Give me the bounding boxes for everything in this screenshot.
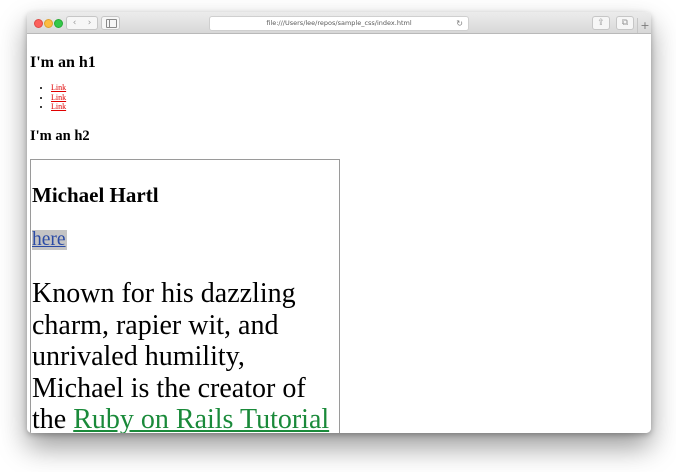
link-list: Link Link Link [51,83,66,112]
page-heading-h2: I'm an h2 [30,128,90,144]
plus-icon: + [640,19,650,32]
chevron-left-icon: ‹ [72,18,77,28]
sidebar-button[interactable] [101,16,120,30]
url-text: file:///Users/lee/repos/sample_css/index… [266,19,412,27]
page-content: I'm an h1 Link Link Link I'm an h2 Micha… [27,34,651,433]
browser-window: ‹ › file:///Users/lee/repos/sample_css/i… [27,12,651,433]
forward-button[interactable]: › [82,16,98,30]
list-item: Link [51,102,66,112]
bio-here-link[interactable]: here [32,230,67,250]
bio-text: Known for his dazzling charm, rapier wit… [32,278,338,433]
minimize-button[interactable] [44,19,53,28]
link-1[interactable]: Link [51,83,66,92]
title-bar: ‹ › file:///Users/lee/repos/sample_css/i… [27,12,651,34]
tabs-overview-button[interactable]: ⧉ [616,16,634,30]
chevron-right-icon: › [87,18,92,28]
maximize-button[interactable] [54,19,63,28]
tabs-overview-icon: ⧉ [621,18,629,28]
page-heading-h1: I'm an h1 [30,54,96,71]
share-icon: ⇪ [597,18,605,28]
bio-box: Michael Hartl here Known for his dazzlin… [30,159,340,433]
sidebar-icon [106,19,117,28]
address-bar[interactable]: file:///Users/lee/repos/sample_css/index… [209,16,469,31]
new-tab-button[interactable]: + [637,18,651,33]
link-3[interactable]: Link [51,102,66,111]
share-button[interactable]: ⇪ [592,16,610,30]
back-button[interactable]: ‹ [66,16,83,30]
list-item: Link [51,93,66,103]
list-item: Link [51,83,66,93]
ruby-on-rails-tutorial-link[interactable]: Ruby on Rails Tutorial [73,404,329,433]
reload-icon[interactable]: ↻ [456,17,463,30]
close-button[interactable] [34,19,43,28]
link-2[interactable]: Link [51,93,66,102]
bio-name: Michael Hartl [32,183,159,207]
